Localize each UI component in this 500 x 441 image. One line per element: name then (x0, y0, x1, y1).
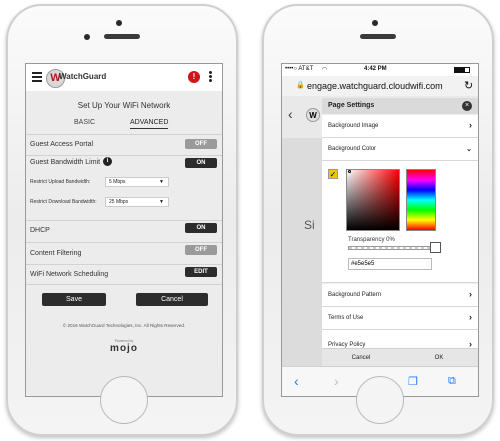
left-phone: W WatchGuard ! Set Up Your WiFi Network … (6, 4, 238, 436)
upload-bandwidth-label: Restrict Upload Bandwidth: (30, 179, 91, 185)
copyright-footer: © 2016 WatchGuard Technologies, Inc. All… (62, 323, 186, 328)
guest-access-portal-toggle[interactable]: OFF (185, 139, 217, 149)
download-bandwidth-value: 25 Mbps (109, 199, 129, 205)
content-filtering-row: Content Filtering OFF (26, 242, 222, 265)
background-pattern-row[interactable]: Background Pattern › (322, 284, 478, 307)
dhcp-toggle[interactable]: ON (185, 223, 217, 233)
mojo-logo: mojo (110, 343, 138, 354)
home-button[interactable] (356, 376, 404, 424)
tab-advanced[interactable]: ADVANCED (130, 119, 169, 129)
wifi-scheduling-label: WiFi Network Scheduling (30, 271, 109, 278)
panel-title: Page Settings (328, 102, 375, 109)
content-filtering-toggle[interactable]: OFF (185, 245, 217, 255)
chevron-right-icon: › (469, 120, 472, 130)
speaker (104, 34, 140, 39)
url-text: engage.watchguard.cloudwifi.com (307, 81, 443, 91)
terms-of-use-label: Terms of Use (328, 315, 364, 321)
menu-icon[interactable] (32, 72, 42, 82)
background-pattern-label: Background Pattern (328, 292, 382, 298)
front-camera (116, 20, 122, 26)
upload-bandwidth-select[interactable]: 5 Mbps ▼ (105, 177, 169, 187)
hex-color-input[interactable]: #e5e5e5 (348, 258, 432, 270)
download-bandwidth-select[interactable]: 25 Mbps ▼ (105, 197, 169, 207)
sensor-dot (84, 34, 90, 40)
hue-slider[interactable] (406, 169, 436, 231)
watchguard-logo-icon: W (306, 108, 320, 122)
settings-body: Set Up Your WiFi Network BASIC ADVANCED … (26, 91, 222, 396)
bookmarks-icon[interactable]: ❐ (408, 375, 418, 388)
dropdown-caret-icon: ▼ (159, 179, 164, 185)
transparency-handle[interactable] (430, 242, 441, 253)
brand-name: WatchGuard (59, 72, 107, 81)
ios-status-bar: ••••○ AT&T ◠ 4:42 PM (282, 64, 478, 76)
back-chevron-icon[interactable]: ‹ (288, 106, 293, 122)
privacy-policy-row[interactable]: Privacy Policy › (322, 330, 478, 349)
transparency-label: Transparency 0% (348, 237, 395, 243)
chevron-down-icon: ⌄ (466, 146, 472, 153)
page-settings-panel: Page Settings × Background Image › Backg… (322, 98, 478, 367)
use-color-checkbox[interactable]: ✓ (328, 169, 338, 179)
background-heading-fragment: Si (304, 218, 315, 232)
back-arrow-icon[interactable]: ‹ (294, 373, 299, 389)
panel-header: Page Settings × (322, 98, 478, 114)
saturation-picker[interactable] (346, 169, 400, 231)
front-camera (372, 20, 378, 26)
save-button[interactable]: Save (42, 293, 106, 306)
content-filtering-label: Content Filtering (30, 250, 82, 257)
guest-bandwidth-limit-row: Guest Bandwidth Limit i ON Restrict Uplo… (26, 154, 222, 221)
upload-bandwidth-value: 5 Mbps (109, 179, 126, 185)
right-phone: ••••○ AT&T ◠ 4:42 PM 🔒 engage.watchguard… (262, 4, 494, 436)
alert-icon[interactable]: ! (188, 71, 200, 83)
color-picker-section: ✓ Transparency 0% #e5e5e5 (322, 161, 478, 283)
background-color-row[interactable]: Background Color ⌄ (322, 138, 478, 161)
reload-icon[interactable]: ↻ (464, 79, 473, 92)
guest-bandwidth-limit-toggle[interactable]: ON (185, 158, 217, 168)
info-icon[interactable]: i (103, 157, 112, 166)
cancel-button[interactable]: Cancel (322, 348, 401, 367)
chevron-right-icon: › (469, 289, 472, 299)
speaker (360, 34, 396, 39)
wifi-signal-icon: ◠ (322, 67, 328, 73)
close-icon[interactable]: × (462, 101, 472, 111)
dhcp-label: DHCP (30, 227, 50, 234)
guest-access-portal-row: Guest Access Portal OFF (26, 134, 222, 156)
transparency-slider[interactable] (348, 246, 436, 250)
tabs-icon[interactable]: ⧉ (448, 375, 456, 388)
left-screen: W WatchGuard ! Set Up Your WiFi Network … (25, 63, 223, 397)
safari-url-bar[interactable]: 🔒 engage.watchguard.cloudwifi.com ↻ (282, 76, 478, 96)
wifi-scheduling-row: WiFi Network Scheduling EDIT (26, 264, 222, 285)
ok-button[interactable]: OK (400, 348, 478, 367)
background-color-label: Background Color (328, 146, 377, 152)
picker-handle-icon[interactable] (348, 170, 351, 173)
terms-of-use-row[interactable]: Terms of Use › (322, 307, 478, 330)
home-button[interactable] (100, 376, 148, 424)
dhcp-row: DHCP ON (26, 220, 222, 243)
background-image-row[interactable]: Background Image › (322, 115, 478, 138)
lock-icon: 🔒 (296, 82, 305, 89)
page-title: Set Up Your WiFi Network (77, 101, 171, 110)
dropdown-caret-icon: ▼ (159, 199, 164, 205)
tab-basic[interactable]: BASIC (74, 119, 95, 126)
wifi-scheduling-edit-button[interactable]: EDIT (185, 267, 217, 277)
carrier-label: ••••○ AT&T (285, 66, 314, 72)
battery-icon (454, 67, 470, 73)
right-screen: ••••○ AT&T ◠ 4:42 PM 🔒 engage.watchguard… (281, 63, 479, 397)
status-time: 4:42 PM (364, 66, 387, 72)
download-bandwidth-label: Restrict Download Bandwidth: (30, 199, 97, 205)
app-header: W WatchGuard ! (26, 64, 222, 92)
background-image-label: Background Image (328, 123, 379, 129)
cancel-button[interactable]: Cancel (136, 293, 208, 306)
guest-access-portal-label: Guest Access Portal (30, 141, 94, 148)
more-options-icon[interactable] (209, 71, 212, 83)
chevron-right-icon: › (469, 312, 472, 322)
forward-arrow-icon[interactable]: › (334, 373, 339, 389)
guest-bandwidth-limit-label: Guest Bandwidth Limit (30, 159, 101, 166)
